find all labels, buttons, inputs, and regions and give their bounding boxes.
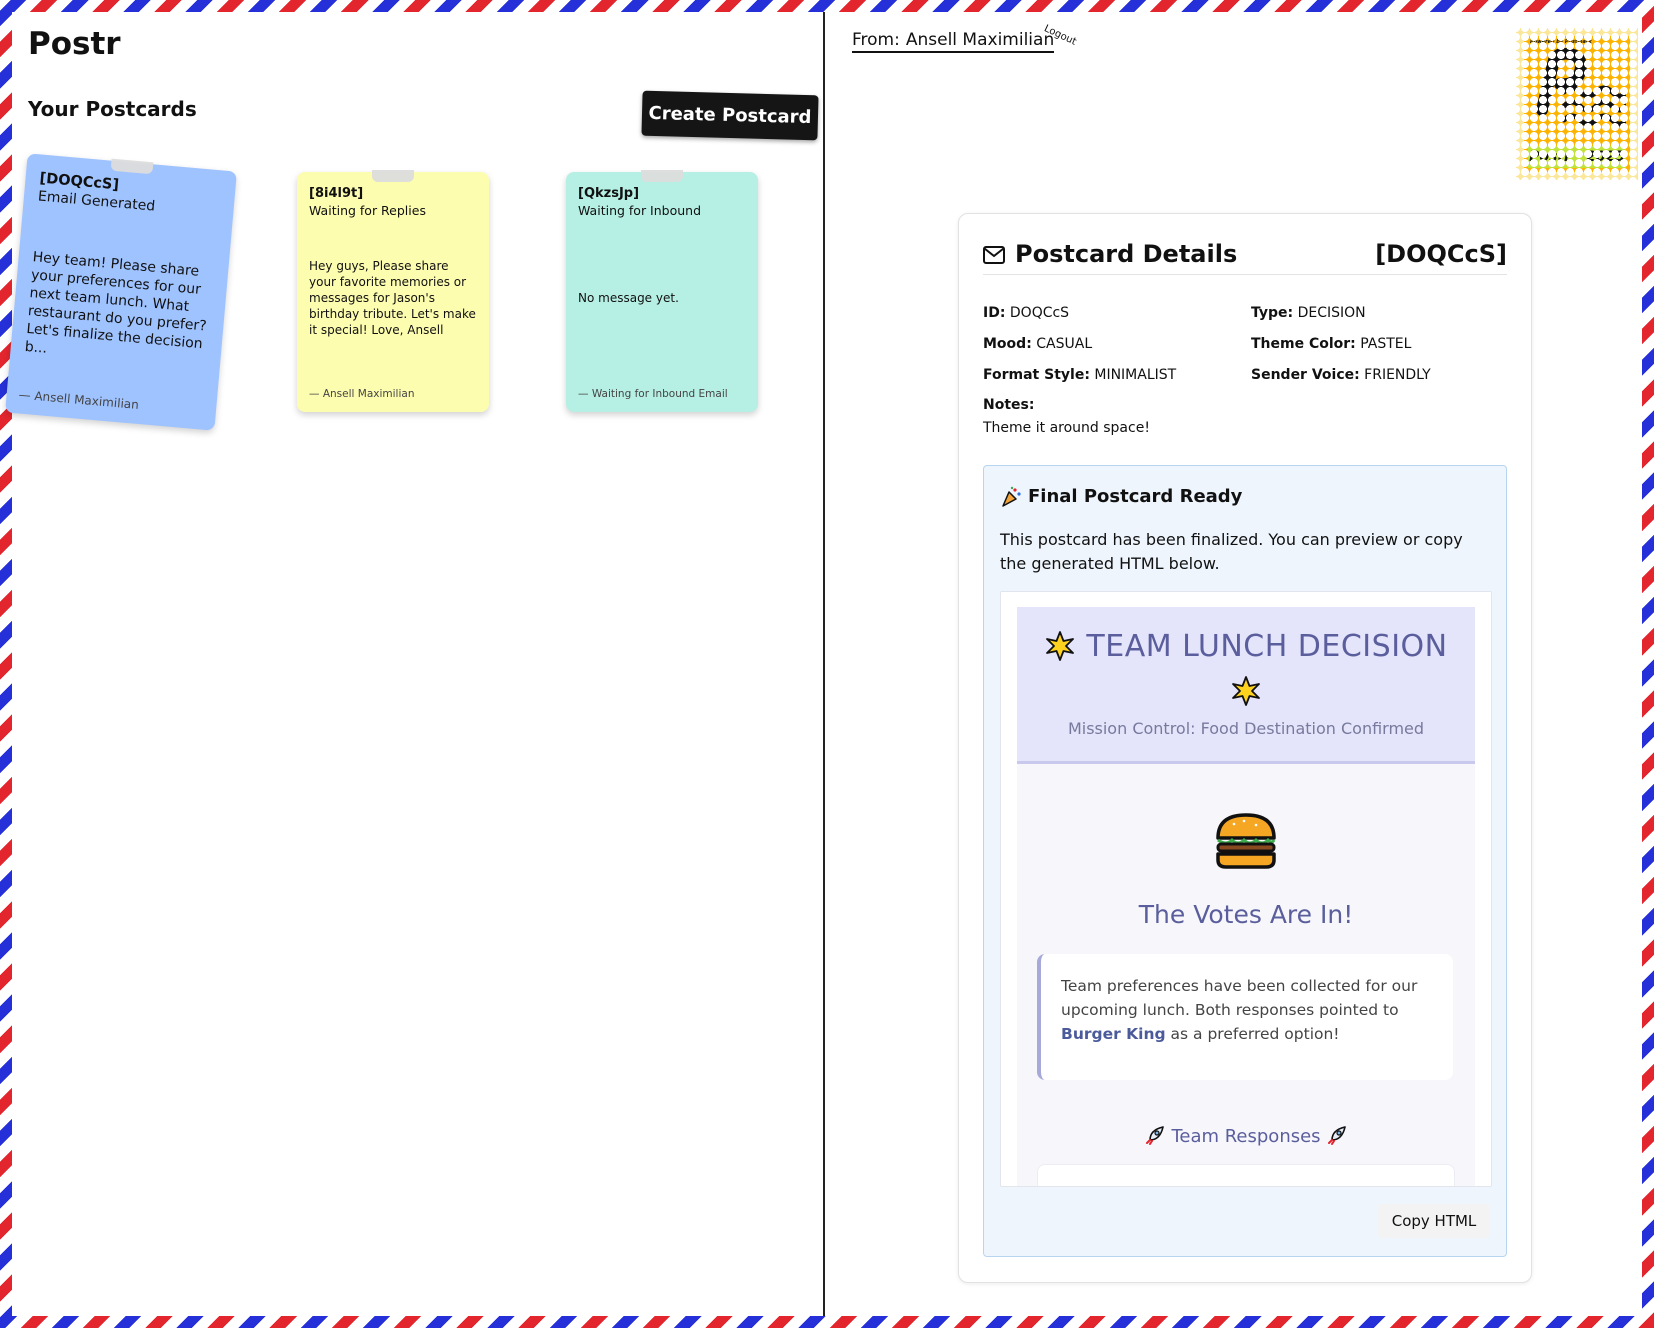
postcard-status: Waiting for Inbound <box>578 203 702 218</box>
tape-decoration <box>110 158 154 175</box>
final-postcard-heading: Final Postcard Ready <box>1000 486 1242 508</box>
preview-star-row <box>1017 675 1475 711</box>
preview-body: The Votes Are In! Team preferences have … <box>1017 764 1475 1186</box>
burger-icon <box>1216 813 1276 869</box>
final-postcard-description: This postcard has been finalized. You ca… <box>1000 530 1463 573</box>
postcard-details-panel: Postcard Details [DOQCcS] ID: DOQCcS Typ… <box>958 213 1532 1283</box>
field-sender-voice: Sender Voice: FRIENDLY <box>1251 367 1431 383</box>
details-header: Postcard Details [DOQCcS] <box>983 240 1507 275</box>
tape-decoration <box>641 170 683 182</box>
postcard-card[interactable]: [QkzsJp] Waiting for Inbound No message … <box>566 170 758 412</box>
mail-icon <box>983 246 1005 264</box>
postcard-message: Hey guys, Please share your favorite mem… <box>309 259 476 337</box>
app-title: Postr <box>28 26 121 62</box>
notes-label: Notes: <box>983 397 1035 413</box>
postcard-id: [8i4l9t] <box>309 186 364 201</box>
highlight-restaurant: Burger King <box>1061 1025 1166 1043</box>
team-responses-heading: Team Responses <box>1017 1124 1475 1147</box>
preview-header: TEAM LUNCH DECISION Mission Control: Foo… <box>1017 607 1475 764</box>
postcard-card[interactable]: [8i4l9t] Waiting for Replies Hey guys, P… <box>297 170 489 412</box>
details-title: Postcard Details <box>1015 240 1238 268</box>
rocket-icon <box>1145 1126 1164 1145</box>
team-responses-title: Team Responses <box>1171 1126 1321 1147</box>
postcard-signature: — Ansell Maximilian <box>18 387 140 412</box>
preview-quote: Team preferences have been collected for… <box>1037 954 1453 1080</box>
field-id: ID: DOQCcS <box>983 305 1070 321</box>
details-postcard-id: [DOQCcS] <box>1375 240 1507 268</box>
response-card <box>1037 1164 1455 1186</box>
postcard-signature: — Waiting for Inbound Email <box>578 388 728 400</box>
field-mood: Mood: CASUAL <box>983 336 1093 352</box>
create-postcard-button[interactable]: Create Postcard <box>641 90 819 141</box>
postcard-id: [QkzsJp] <box>578 186 640 201</box>
party-popper-icon <box>1002 486 1021 507</box>
preview-title: TEAM LUNCH DECISION <box>1086 629 1448 664</box>
postcard-message: No message yet. <box>578 291 679 305</box>
postage-stamp: Powered by Postmark Postr · 2025 <box>1516 28 1638 180</box>
stamp-label: Postr · 2025 <box>1528 146 1626 168</box>
postcard-message: Hey team! Please share your preferences … <box>24 249 208 357</box>
section-title: Your Postcards <box>28 97 197 121</box>
final-postcard-section: Final Postcard Ready This postcard has b… <box>983 465 1507 1257</box>
tape-decoration <box>372 170 414 182</box>
postcard-status: Waiting for Replies <box>309 203 426 218</box>
notes-value: Theme it around space! <box>983 420 1150 436</box>
postcard-signature: — Ansell Maximilian <box>309 388 415 400</box>
stamp-face: Powered by Postmark Postr · 2025 <box>1524 36 1630 172</box>
field-type: Type: DECISION <box>1251 305 1366 321</box>
preview-title-line: TEAM LUNCH DECISION <box>1017 629 1475 664</box>
preview-heading: The Votes Are In! <box>1138 900 1354 929</box>
rocket-icon <box>1328 1126 1347 1145</box>
sparkle-icon <box>1232 676 1260 706</box>
panel-divider <box>823 12 825 1316</box>
sender-name: Ansell Maximilian <box>905 30 1055 50</box>
from-line: From: Ansell Maximilian <box>852 30 1054 53</box>
stamp-powered-text: Powered by Postmark <box>1530 39 1592 45</box>
field-theme-color: Theme Color: PASTEL <box>1251 336 1412 352</box>
field-format-style: Format Style: MINIMALIST <box>983 367 1177 383</box>
postr-logo-icon <box>1536 48 1626 127</box>
from-label: From: <box>852 30 900 50</box>
final-postcard-title: Final Postcard Ready <box>1028 486 1243 507</box>
html-preview-frame[interactable]: TEAM LUNCH DECISION Mission Control: Foo… <box>1000 591 1492 1187</box>
sparkle-icon <box>1046 631 1075 661</box>
copy-html-button[interactable]: Copy HTML <box>1378 1204 1490 1238</box>
postcard-card[interactable]: [DOQCcS] Email Generated Hey team! Pleas… <box>5 153 237 431</box>
preview-subtitle: Mission Control: Food Destination Confir… <box>1067 719 1425 738</box>
